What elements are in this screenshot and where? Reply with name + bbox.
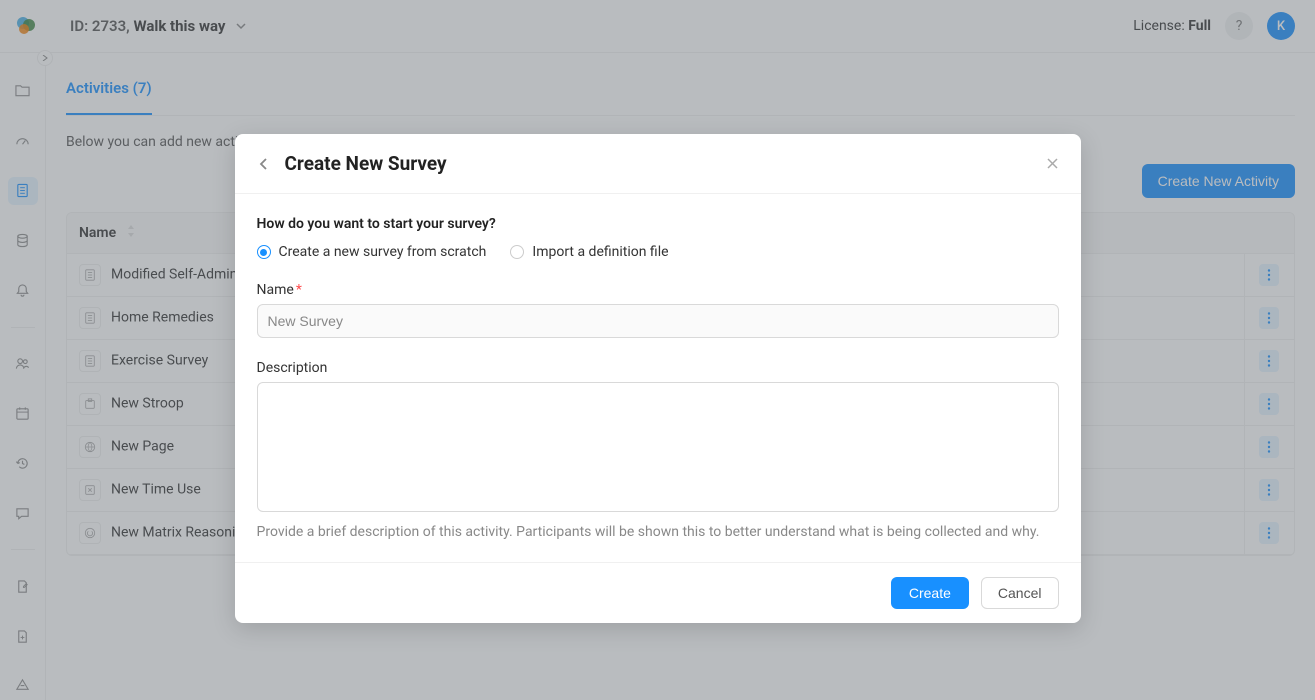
modal-title: Create New Survey (285, 152, 1046, 175)
form-prompt: How do you want to start your survey? (257, 216, 1059, 232)
radio-icon (257, 245, 271, 259)
radio-icon (510, 245, 524, 259)
modal-overlay[interactable]: Create New Survey How do you want to sta… (0, 0, 1315, 700)
cancel-button[interactable]: Cancel (981, 577, 1059, 609)
description-input[interactable] (257, 382, 1059, 512)
description-helper: Provide a brief description of this acti… (257, 524, 1059, 540)
radio-create-scratch[interactable]: Create a new survey from scratch (257, 244, 487, 260)
create-button[interactable]: Create (891, 577, 969, 609)
radio-import-file[interactable]: Import a definition file (510, 244, 668, 260)
create-survey-modal: Create New Survey How do you want to sta… (235, 134, 1081, 623)
name-input[interactable] (257, 304, 1059, 338)
description-label: Description (257, 360, 1059, 376)
modal-close-button[interactable] (1046, 157, 1059, 170)
modal-back-button[interactable] (257, 157, 271, 171)
close-icon (1046, 157, 1059, 170)
name-label: Name* (257, 282, 1059, 298)
arrow-left-icon (257, 157, 271, 171)
